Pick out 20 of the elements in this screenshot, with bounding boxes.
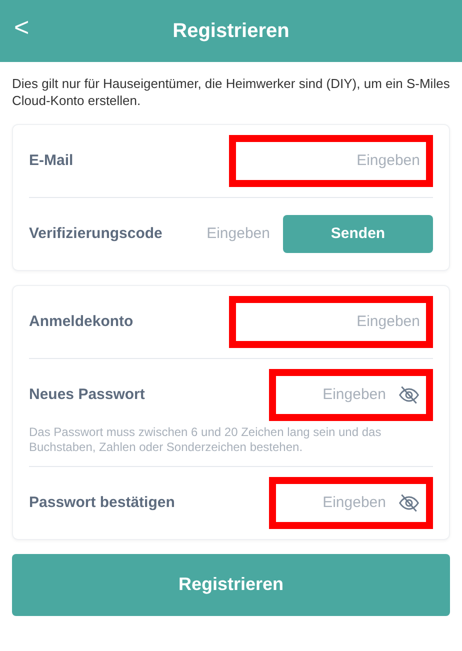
field-label: Anmeldekonto — [29, 313, 134, 330]
password-field[interactable]: Eingeben — [294, 493, 388, 512]
field-label: E-Mail — [29, 152, 74, 170]
send-button[interactable]: Senden — [283, 214, 433, 253]
highlight-frame[interactable]: Eingeben — [229, 134, 433, 187]
eye-off-icon[interactable] — [398, 492, 420, 514]
intro-text: Dies gilt nur für Hauseigentümer, die Heimwerker sind (DIY), um ein S-Miles Cloud-Konto erstellen. — [12, 76, 450, 110]
password-hint: Das Passwort muss zwischen 6 und 20 Zeichen lang sein und das Buchstaben, Zahlen oder Sonderzeichen bestehen. — [29, 424, 382, 456]
input-field[interactable]: Eingeben — [236, 312, 422, 332]
back-button[interactable]: < — [8, 12, 36, 43]
field-label: Neues Passwort — [29, 386, 146, 404]
page-title: Registrieren — [172, 20, 290, 42]
register-button[interactable]: Registrieren — [12, 554, 450, 616]
highlight-frame[interactable]: Eingeben — [229, 296, 433, 348]
input-field[interactable]: Eingeben — [182, 224, 272, 244]
eye-off-icon[interactable] — [398, 384, 420, 406]
password-field[interactable]: Eingeben — [294, 385, 388, 404]
input-field[interactable]: Eingeben — [236, 151, 422, 170]
field-label: Verifizierungscode — [29, 225, 164, 242]
field-label: Passwort bestätigen — [29, 494, 176, 512]
